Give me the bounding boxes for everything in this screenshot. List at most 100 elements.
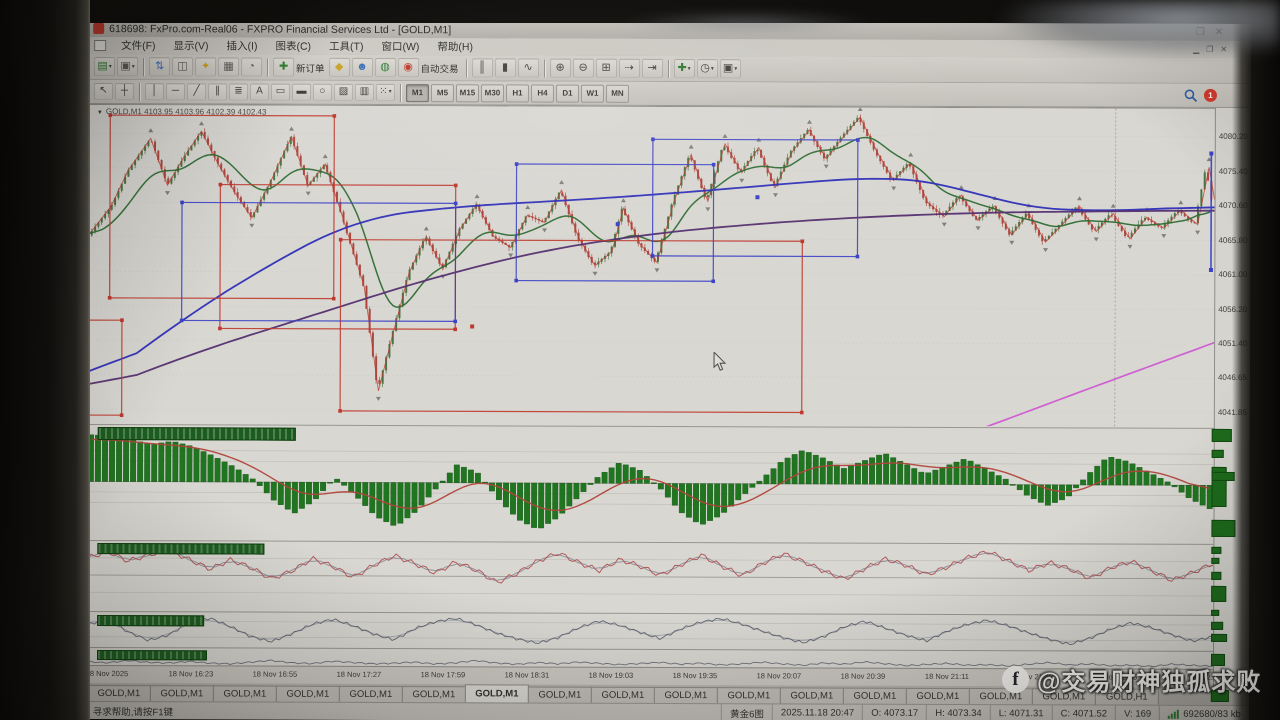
chart-info-marker: ▼ bbox=[97, 110, 103, 116]
status-help-text: 寻求帮助,请按F1键 bbox=[87, 703, 721, 719]
arrows-tool-icon[interactable]: ⁙▾ bbox=[376, 83, 395, 100]
status-segment-3: H: 4073.34 bbox=[926, 705, 990, 720]
search-icon[interactable] bbox=[1184, 88, 1198, 102]
chart-tab-10[interactable]: GOLD,M1 bbox=[717, 687, 781, 703]
strategy-tester-icon[interactable]: ◔ bbox=[241, 58, 262, 77]
chart-tab-4[interactable]: GOLD,M1 bbox=[339, 686, 403, 702]
cursor-tool-icon[interactable]: ↖ bbox=[94, 82, 113, 99]
menu-item-4[interactable]: 工具(T) bbox=[320, 39, 372, 54]
status-segment-5: C: 4071.52 bbox=[1052, 705, 1116, 720]
indicator-panel-oscillator-1[interactable] bbox=[87, 540, 1213, 613]
terminal-icon[interactable]: ▦ bbox=[218, 57, 239, 76]
zoom-out-icon[interactable]: ⊖ bbox=[573, 59, 594, 78]
toolbar-separator bbox=[668, 59, 669, 77]
crosshair-tool-icon[interactable]: ┼ bbox=[115, 83, 134, 100]
label-tool-icon[interactable]: ▭ bbox=[271, 83, 290, 100]
chart-tab-7[interactable]: GOLD,M1 bbox=[528, 687, 592, 703]
chart-tab-12[interactable]: GOLD,M1 bbox=[843, 688, 907, 704]
auto-trading-label[interactable]: 自动交易 bbox=[421, 61, 459, 75]
menu-item-0[interactable]: 文件(F) bbox=[112, 38, 164, 53]
time-tick-label: 18 Nov 2025 bbox=[86, 669, 129, 678]
status-segment-0: 黄金6图 bbox=[721, 704, 772, 720]
time-tick-label: 18 Nov 20:07 bbox=[757, 671, 802, 680]
timeframe-button-m5[interactable]: M5 bbox=[431, 84, 454, 102]
chart-info-line: ▼GOLD,M1 4103.95 4103.96 4102.39 4102.43 bbox=[97, 107, 267, 117]
metaeditor-icon[interactable]: ◆ bbox=[329, 58, 350, 77]
menu-item-6[interactable]: 帮助(H) bbox=[428, 39, 482, 54]
fibonacci-tool-icon[interactable]: ≣ bbox=[229, 83, 248, 100]
timeframe-button-mn[interactable]: MN bbox=[606, 84, 629, 102]
tile-windows-icon[interactable]: ⊞ bbox=[596, 59, 617, 78]
grid-tool-icon[interactable]: ▥ bbox=[355, 83, 374, 100]
chart-tab-3[interactable]: GOLD,M1 bbox=[276, 686, 340, 702]
timeframe-button-m30[interactable]: M30 bbox=[481, 84, 504, 102]
navigator-icon[interactable]: ✦ bbox=[195, 57, 216, 76]
main-chart-canvas bbox=[88, 105, 1215, 427]
templates-icon[interactable]: ▣▾ bbox=[720, 59, 741, 78]
chart-tab-0[interactable]: GOLD,M1 bbox=[87, 685, 151, 701]
trendline-tool-icon[interactable]: ╱ bbox=[187, 83, 206, 100]
zoom-in-icon[interactable]: ⊕ bbox=[550, 59, 571, 78]
indicator-label-chip bbox=[97, 650, 207, 660]
chart-tab-1[interactable]: GOLD,M1 bbox=[150, 685, 214, 701]
bar-chart-icon[interactable]: ║ bbox=[472, 58, 493, 77]
profiles-icon[interactable]: ▣▾ bbox=[117, 57, 138, 76]
new-chart-icon[interactable]: ▤▾ bbox=[94, 57, 115, 76]
time-tick-label: 18 Nov 19:03 bbox=[589, 671, 634, 680]
auto-scroll-icon[interactable]: ⇢ bbox=[619, 59, 640, 78]
window-title: 618698: FxPro.com-Real06 - FXPRO Financi… bbox=[109, 23, 451, 36]
chart-region: ▼GOLD,M1 4103.95 4103.96 4102.39 4102.43 bbox=[87, 104, 1215, 687]
notification-badge[interactable]: 1 bbox=[1204, 89, 1217, 102]
time-tick-label: 18 Nov 21:11 bbox=[925, 672, 969, 681]
channel-tool-icon[interactable]: ∥ bbox=[208, 83, 227, 100]
status-bar: 寻求帮助,请按F1键 黄金6图2025.11.18 20:47O: 4073.1… bbox=[87, 701, 1249, 720]
timeframe-button-h1[interactable]: H1 bbox=[506, 84, 529, 102]
chart-tab-9[interactable]: GOLD,M1 bbox=[654, 687, 718, 703]
chart-tab-8[interactable]: GOLD,M1 bbox=[591, 687, 655, 703]
ellipse-tool-icon[interactable]: ○ bbox=[313, 83, 332, 100]
indicator-label-chip bbox=[98, 427, 296, 441]
rectangle-tool-icon[interactable]: ▬ bbox=[292, 83, 311, 100]
monitor-bezel-left bbox=[0, 0, 90, 720]
main-price-panel[interactable]: ▼GOLD,M1 4103.95 4103.96 4102.39 4102.43 bbox=[88, 105, 1215, 427]
expert-advisors-icon[interactable]: ☻ bbox=[352, 58, 373, 77]
text-tool-icon[interactable]: A bbox=[250, 83, 269, 100]
time-tick-label: 18 Nov 20:39 bbox=[841, 672, 886, 681]
chart-tab-5[interactable]: GOLD,M1 bbox=[402, 686, 466, 702]
chart-tab-11[interactable]: GOLD,M1 bbox=[780, 687, 844, 703]
menu-item-3[interactable]: 图表(C) bbox=[266, 39, 320, 54]
status-segment-6: V: 169 bbox=[1115, 706, 1159, 720]
time-tick-label: 18 Nov 16:55 bbox=[253, 670, 298, 679]
auto-trading-icon[interactable]: ◉ bbox=[398, 58, 419, 77]
menu-item-1[interactable]: 显示(V) bbox=[165, 38, 218, 53]
time-tick-label: 18 Nov 16:23 bbox=[169, 669, 214, 678]
horizontal-line-tool-icon[interactable]: ─ bbox=[166, 83, 185, 100]
chart-tab-2[interactable]: GOLD,M1 bbox=[213, 685, 277, 701]
hatch-tool-icon[interactable]: ▨ bbox=[334, 83, 353, 100]
vertical-line-tool-icon[interactable]: │ bbox=[145, 83, 164, 100]
timeframe-button-h4[interactable]: H4 bbox=[531, 84, 554, 102]
menu-item-2[interactable]: 插入(I) bbox=[218, 38, 267, 53]
data-window-icon[interactable]: ◫ bbox=[172, 57, 193, 76]
new-order-icon[interactable]: ✚ bbox=[273, 58, 294, 77]
periods-icon[interactable]: ◷▾ bbox=[697, 59, 718, 78]
menu-item-5[interactable]: 窗口(W) bbox=[372, 39, 428, 54]
chart-tab-6[interactable]: GOLD,M1 bbox=[465, 684, 529, 702]
monitor-photo: 618698: FxPro.com-Real06 - FXPRO Financi… bbox=[0, 0, 1280, 720]
timeframe-button-m1[interactable]: M1 bbox=[406, 84, 429, 102]
monitor-bezel-right bbox=[1232, 0, 1280, 720]
timeframe-button-d1[interactable]: D1 bbox=[556, 84, 579, 102]
watermark: f @交易财神独孤求败 bbox=[1002, 662, 1261, 697]
indicator-panel-oscillator-2[interactable] bbox=[87, 611, 1213, 650]
market-watch-icon[interactable]: ⇅ bbox=[149, 57, 170, 76]
indicator-panel-histogram[interactable] bbox=[87, 424, 1213, 542]
indicators-icon[interactable]: ✚▾ bbox=[674, 59, 695, 78]
candlestick-chart-icon[interactable]: ▮ bbox=[495, 58, 516, 77]
new-order-label[interactable]: 新订单 bbox=[296, 60, 325, 74]
timeframe-button-w1[interactable]: W1 bbox=[581, 84, 604, 102]
chart-shift-icon[interactable]: ⇥ bbox=[642, 59, 663, 78]
mql-community-icon[interactable]: ◍ bbox=[375, 58, 396, 77]
timeframe-button-m15[interactable]: M15 bbox=[456, 84, 479, 102]
line-chart-icon[interactable]: ∿ bbox=[518, 58, 539, 77]
chart-tab-13[interactable]: GOLD,M1 bbox=[906, 688, 970, 704]
